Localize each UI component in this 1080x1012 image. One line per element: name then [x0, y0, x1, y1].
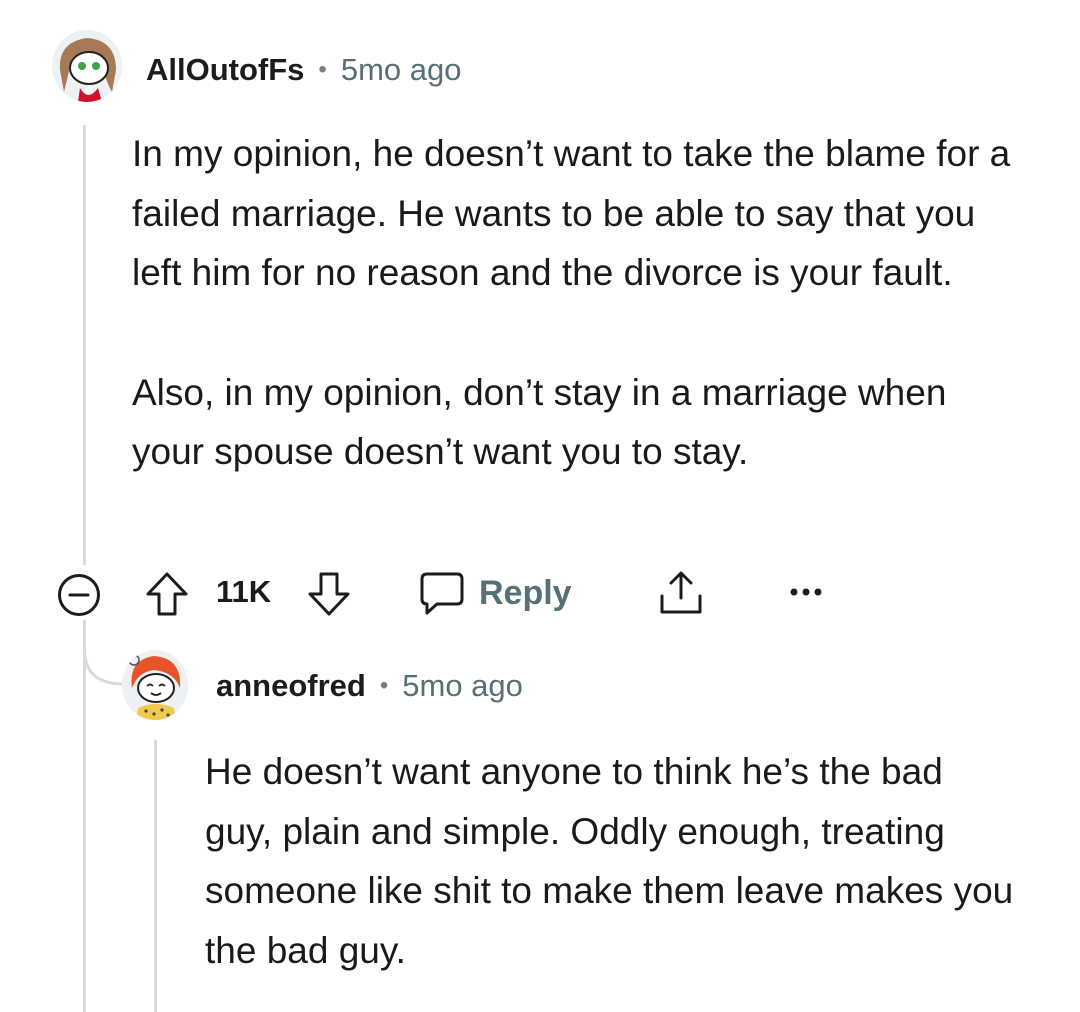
more-options-button[interactable] — [789, 586, 823, 598]
reply-thread-line — [154, 740, 157, 1012]
comment-paragraph: Also, in my opinion, don’t stay in a mar… — [132, 371, 947, 473]
parent-comment-header: AllOutofFs • 5mo ago — [146, 52, 461, 88]
downvote-arrow-icon — [308, 572, 350, 616]
separator-dot: • — [318, 56, 327, 83]
timestamp: 5mo ago — [402, 668, 523, 703]
parent-comment-body: In my opinion, he doesn’t want to take t… — [132, 124, 1012, 482]
reply-comment-body: He doesn’t want anyone to think he’s the… — [205, 742, 1015, 980]
reply-button[interactable]: Reply — [419, 570, 572, 616]
snoo-avatar-red-hair-icon — [122, 650, 188, 720]
downvote-button[interactable] — [306, 570, 352, 618]
share-upload-icon — [660, 571, 702, 614]
upvote-button[interactable] — [144, 570, 190, 618]
avatar-alloutoffs[interactable] — [52, 30, 122, 102]
comment-paragraph: He doesn’t want anyone to think he’s the… — [205, 751, 1014, 971]
upvote-arrow-icon — [146, 572, 188, 616]
reply-label: Reply — [479, 573, 572, 612]
more-dots-icon — [790, 588, 822, 596]
username[interactable]: anneofred — [216, 668, 366, 704]
share-button[interactable] — [657, 568, 705, 618]
speech-bubble-icon — [420, 572, 464, 615]
vote-count: 11K — [216, 574, 271, 610]
parent-thread-line — [83, 125, 86, 565]
reply-comment-header: anneofred • 5mo ago — [216, 668, 523, 704]
username[interactable]: AllOutofFs — [146, 52, 304, 88]
snoo-avatar-brown-hair-icon — [52, 30, 122, 102]
collapse-minus-icon — [58, 574, 100, 616]
collapse-button[interactable] — [56, 572, 102, 618]
vote-count-label: 11K — [216, 574, 272, 609]
separator-dot: • — [379, 672, 389, 699]
avatar-anneofred[interactable] — [122, 650, 188, 720]
comment-action-bar: 11K Reply — [56, 566, 856, 622]
comment-paragraph: In my opinion, he doesn’t want to take t… — [132, 133, 1011, 293]
timestamp: 5mo ago — [340, 52, 462, 87]
